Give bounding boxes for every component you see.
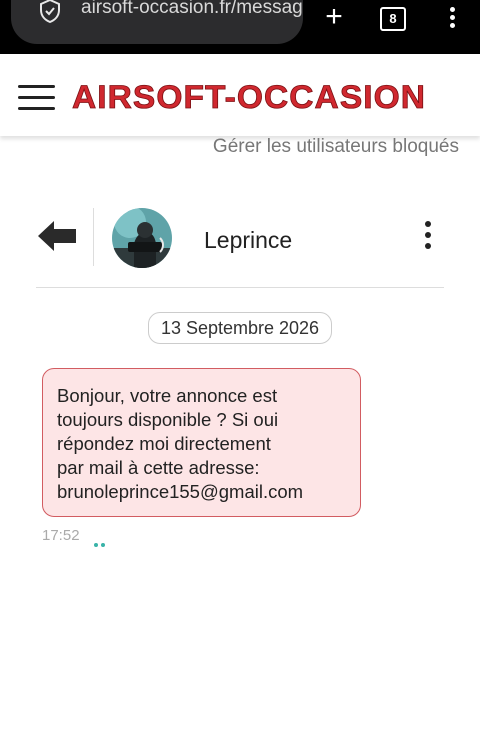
- date-separator: 13 Septembre 2026: [148, 312, 332, 344]
- new-tab-button[interactable]: +: [318, 0, 350, 34]
- read-receipt-icon: [94, 534, 108, 547]
- manage-blocked-users-link[interactable]: Gérer les utilisateurs bloqués: [213, 136, 459, 158]
- url-text[interactable]: airsoft-occasion.fr/messag: [81, 0, 306, 19]
- address-bar[interactable]: airsoft-occasion.fr/messag: [11, 0, 303, 44]
- avatar[interactable]: [112, 208, 172, 268]
- site-logo[interactable]: AIRSOFT-OCCASION: [72, 78, 426, 114]
- message-bubble[interactable]: Bonjour, votre annonce est toujours disp…: [42, 368, 361, 517]
- shield-icon[interactable]: [37, 0, 63, 24]
- browser-menu-button[interactable]: [442, 4, 462, 34]
- contact-name: Leprince: [204, 227, 293, 253]
- message-time: 17:52: [42, 527, 80, 544]
- vertical-dots-icon: [420, 221, 436, 249]
- hamburger-menu-button[interactable]: [18, 85, 55, 111]
- message-text-line: toujours disponible ? Si oui: [57, 409, 279, 430]
- tab-count-button[interactable]: 8: [380, 7, 406, 31]
- site-header: AIRSOFT-OCCASION: [0, 54, 480, 136]
- plus-icon: +: [325, 0, 343, 33]
- back-arrow-icon[interactable]: [36, 218, 78, 254]
- divider: [36, 287, 444, 288]
- message-text-line: par mail à cette adresse:: [57, 457, 260, 478]
- message-text-line: brunoleprince155@gmail.com: [57, 481, 304, 502]
- svg-text:AIRSOFT-OCCASION: AIRSOFT-OCCASION: [72, 79, 426, 114]
- message-text-line: Bonjour, votre annonce est: [57, 385, 278, 406]
- header-divider: [93, 208, 94, 266]
- browser-toolbar: airsoft-occasion.fr/messag + 8: [0, 0, 480, 54]
- hamburger-menu-icon: [18, 85, 55, 110]
- conversation-menu-button[interactable]: [420, 221, 436, 253]
- message-text-line: répondez moi directement: [57, 433, 271, 454]
- vertical-dots-icon: [442, 7, 462, 28]
